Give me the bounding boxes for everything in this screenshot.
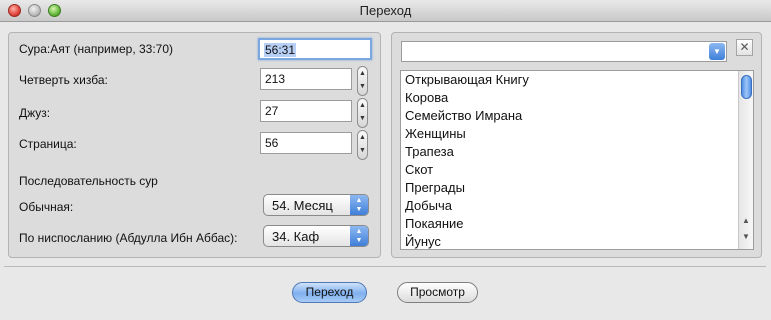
navigation-fields-panel: Сура:Аят (например, 33:70) 56:31 Четверт… <box>8 32 381 258</box>
list-item[interactable]: Добыча <box>405 198 452 213</box>
list-item[interactable]: Скот <box>405 162 433 177</box>
sura-order-heading: Последовательность сур <box>19 174 158 188</box>
stepper-down-arrow-icon[interactable]: ▼ <box>358 112 367 125</box>
list-item[interactable]: Корова <box>405 90 448 105</box>
window-title: Переход <box>359 3 412 18</box>
sura-list[interactable]: Открывающая Книгу Корова Семейство Имран… <box>400 70 754 250</box>
list-item[interactable]: Трапеза <box>405 144 454 159</box>
stepper-down-arrow-icon[interactable]: ▼ <box>358 144 367 157</box>
sura-ayat-input[interactable]: 56:31 <box>258 38 372 60</box>
list-item[interactable]: Открывающая Книгу <box>405 72 529 87</box>
sura-ayat-label: Сура:Аят (например, 33:70) <box>19 42 174 56</box>
revelation-order-select[interactable]: 34. Каф ▲ ▼ <box>263 225 369 247</box>
juz-stepper[interactable]: ▲ ▼ <box>357 98 368 128</box>
scroll-up-arrow-icon[interactable]: ▲ <box>739 216 753 225</box>
footer-divider <box>4 266 766 267</box>
ordinary-order-value: 54. Месяц <box>272 198 333 213</box>
list-item[interactable]: Преграды <box>405 180 465 195</box>
list-item[interactable]: Покаяние <box>405 216 464 231</box>
scroll-down-arrow-icon[interactable]: ▼ <box>739 232 753 241</box>
page-label: Страница: <box>19 137 77 151</box>
up-down-arrows-icon: ▲ ▼ <box>350 226 368 246</box>
sura-list-scrollbar[interactable]: ▲ ▼ <box>738 71 753 249</box>
page-stepper[interactable]: ▲ ▼ <box>357 130 368 160</box>
list-item[interactable]: Йунус <box>405 234 441 249</box>
hizb-quarter-stepper[interactable]: ▲ ▼ <box>357 66 368 96</box>
list-item[interactable]: Женщины <box>405 126 466 141</box>
stepper-up-arrow-icon[interactable]: ▲ <box>358 67 367 80</box>
list-item[interactable]: Семейство Имрана <box>405 108 522 123</box>
revelation-order-label: По ниспосланию (Абдулла Ибн Аббас): <box>19 231 238 245</box>
sura-search-combobox[interactable]: ▼ <box>401 41 727 62</box>
page-input[interactable]: 56 <box>260 132 352 154</box>
chevron-down-icon[interactable]: ▼ <box>709 43 725 60</box>
juz-input[interactable]: 27 <box>260 100 352 122</box>
juz-label: Джуз: <box>19 106 51 120</box>
go-button[interactable]: Переход <box>292 282 367 303</box>
stepper-down-arrow-icon[interactable]: ▼ <box>358 80 367 93</box>
ordinary-order-label: Обычная: <box>19 200 74 214</box>
ordinary-order-select[interactable]: 54. Месяц ▲ ▼ <box>263 194 369 216</box>
stepper-up-arrow-icon[interactable]: ▲ <box>358 131 367 144</box>
sura-ayat-value: 56:31 <box>264 43 297 57</box>
title-bar: Переход <box>0 0 771 22</box>
close-icon: ✕ <box>739 40 750 54</box>
up-down-arrows-icon: ▲ ▼ <box>350 195 368 215</box>
hizb-quarter-input[interactable]: 213 <box>260 68 352 90</box>
clear-search-button[interactable]: ✕ <box>736 39 753 56</box>
hizb-quarter-label: Четверть хизба: <box>19 73 108 87</box>
view-button[interactable]: Просмотр <box>397 282 478 303</box>
stepper-up-arrow-icon[interactable]: ▲ <box>358 99 367 112</box>
scrollbar-thumb[interactable] <box>741 75 752 99</box>
revelation-order-value: 34. Каф <box>272 229 320 244</box>
sura-list-panel: ▼ ✕ Открывающая Книгу Корова Семейство И… <box>391 32 762 258</box>
